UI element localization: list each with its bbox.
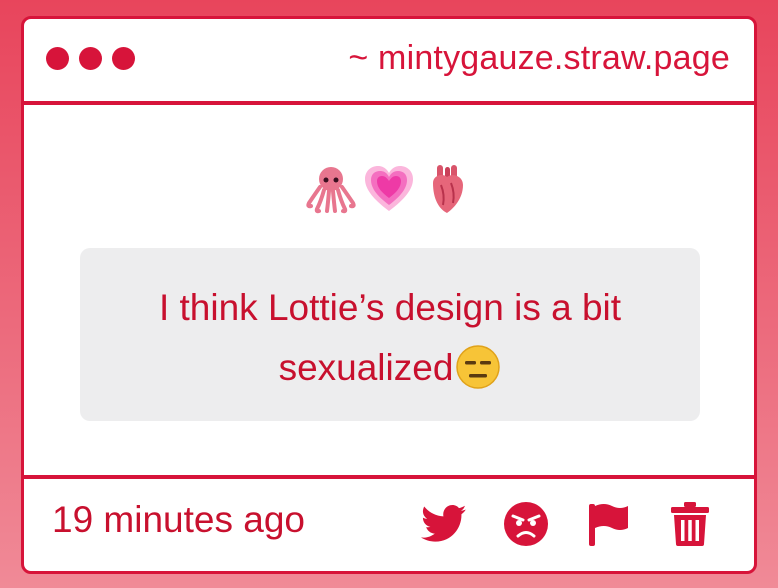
report-button[interactable] <box>584 500 632 548</box>
trash-icon <box>671 502 709 546</box>
page-url[interactable]: ~ mintygauze.straw.page <box>348 39 730 78</box>
message-bubble: I think Lottie’s design is a bit sexuali… <box>80 248 700 421</box>
window-dot-2 <box>79 47 102 70</box>
delete-button[interactable] <box>666 500 714 548</box>
action-bar <box>420 500 714 548</box>
share-twitter-button[interactable] <box>420 500 468 548</box>
flag-icon <box>589 504 628 546</box>
window-controls <box>46 47 135 70</box>
card-footer: 19 minutes ago <box>24 475 754 571</box>
message-card: ~ mintygauze.straw.page I think Lottie’s… <box>21 16 757 574</box>
message-text: I think Lottie’s design is a bit sexuali… <box>158 287 622 388</box>
emoji-header <box>24 161 754 217</box>
growing-heart-emoji <box>365 166 413 211</box>
angry-face-icon <box>504 502 548 546</box>
octopus-emoji <box>306 167 356 214</box>
anatomical-heart-emoji <box>433 165 463 213</box>
window-dot-1 <box>46 47 69 70</box>
timestamp: 19 minutes ago <box>52 499 306 540</box>
expressionless-face-emoji <box>456 345 501 389</box>
twitter-icon <box>421 505 467 542</box>
window-dot-3 <box>112 47 135 70</box>
react-angry-button[interactable] <box>502 500 550 548</box>
title-bar: ~ mintygauze.straw.page <box>24 19 754 105</box>
